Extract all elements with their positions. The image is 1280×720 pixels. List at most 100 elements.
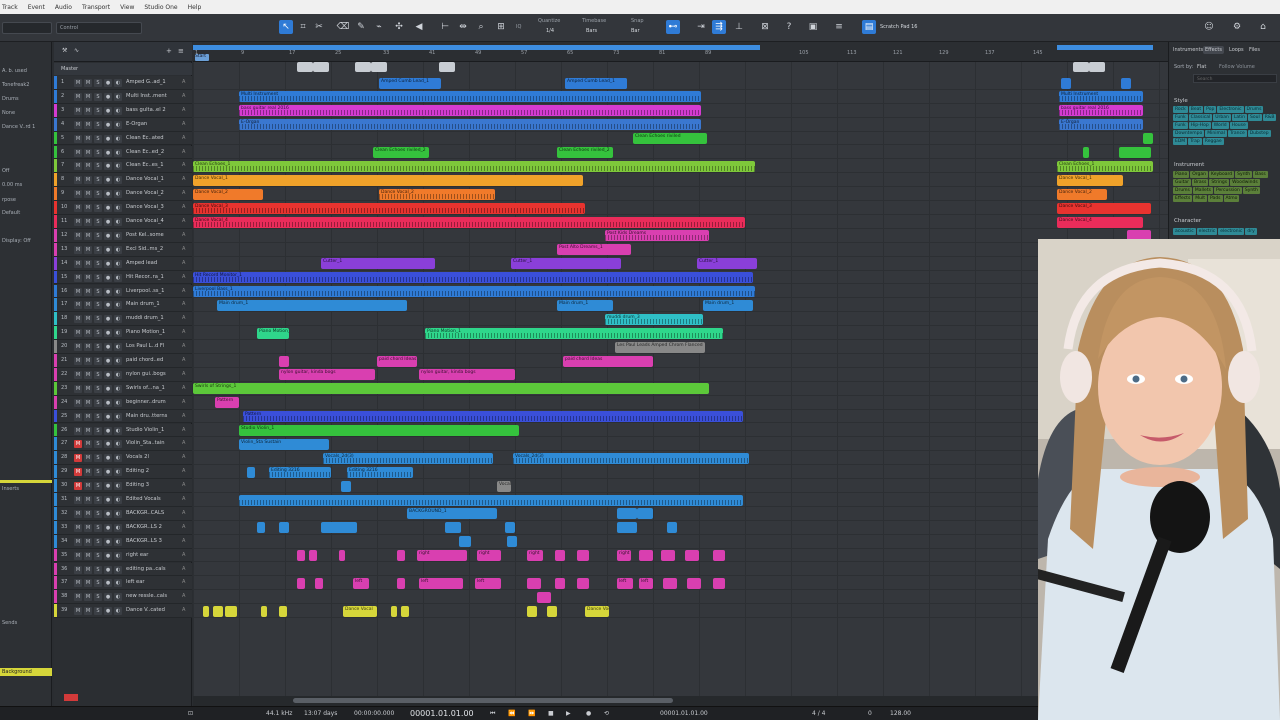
filter-tag[interactable]: World	[1211, 122, 1229, 129]
event-clip[interactable]	[639, 550, 653, 562]
automation-icon[interactable]: A	[182, 204, 185, 210]
monitor-button[interactable]: ●	[104, 315, 112, 324]
monitor-button[interactable]: ●	[104, 426, 112, 435]
instrument-icon[interactable]: ◐	[114, 148, 122, 157]
automation-icon[interactable]: A	[182, 482, 185, 488]
event-clip[interactable]	[445, 522, 461, 534]
event-clip[interactable]: Liverpool Bass_1	[193, 286, 755, 297]
track-row[interactable]: 31 M M S ● ◐ Edited Vocals A	[54, 493, 192, 507]
record-arm-button[interactable]: M	[74, 357, 82, 365]
event-clip[interactable]	[537, 591, 551, 603]
automation-icon[interactable]: A	[182, 315, 185, 321]
track-lane[interactable]	[193, 437, 1168, 452]
monitor-button[interactable]: ●	[104, 79, 112, 87]
event-clip[interactable]	[555, 577, 565, 589]
track-menu-icon[interactable]: ≡	[178, 47, 184, 55]
event-clip[interactable]	[225, 605, 237, 617]
instrument-icon[interactable]: ◐	[114, 134, 122, 143]
mute-button[interactable]: M	[84, 204, 92, 213]
track-name[interactable]: Dance Vocal_3	[126, 204, 180, 210]
monitor-button[interactable]: ●	[104, 440, 112, 449]
solo-button[interactable]: S	[94, 384, 102, 393]
monitor-button[interactable]: ●	[104, 454, 112, 463]
track-name[interactable]: Dance V..cated	[126, 607, 180, 613]
event-clip[interactable]: Swirls of Strings_1	[193, 383, 709, 395]
record-arm-button[interactable]: M	[74, 384, 82, 393]
event-clip[interactable]	[397, 550, 405, 562]
automation-icon[interactable]: A	[182, 93, 185, 99]
filter-tag[interactable]: Reggae	[1202, 138, 1224, 145]
record-arm-button[interactable]: M	[74, 92, 82, 101]
solo-button[interactable]: S	[94, 190, 102, 199]
solo-button[interactable]: S	[94, 120, 102, 129]
scratch-pad-icon[interactable]: ▤	[862, 20, 876, 34]
event-clip[interactable]	[1143, 133, 1153, 145]
automation-icon[interactable]: A	[182, 107, 185, 113]
snap-value[interactable]: Bar	[631, 28, 640, 34]
help-icon[interactable]: ?	[782, 20, 796, 34]
automation-icon[interactable]: A	[182, 496, 185, 502]
record-arm-button[interactable]: M	[74, 329, 82, 338]
event-clip[interactable]: Dance Vocal_1	[1057, 174, 1123, 186]
event-clip[interactable]: Dance Vocal_1	[193, 174, 583, 186]
filter-tag[interactable]: Hip-Hop	[1188, 122, 1211, 129]
event-clip[interactable]: Hit Record Monitor_1	[193, 272, 753, 284]
timeline-ruler[interactable]: Start 1 9 17 25 33 41 49 57 65 73 81 89 105 113 121 129…	[193, 42, 1168, 62]
arranger-marker[interactable]	[371, 62, 387, 72]
track-lane[interactable]	[193, 146, 1168, 160]
automation-icon[interactable]: A	[182, 301, 185, 307]
tab-instruments[interactable]: Instruments	[1171, 46, 1205, 54]
automation-icon[interactable]: A	[182, 149, 185, 155]
solo-button[interactable]: S	[94, 231, 102, 240]
track-lane[interactable]	[193, 576, 1168, 591]
event-clip[interactable]: left	[419, 577, 463, 589]
record-arm-button[interactable]: M	[74, 273, 82, 282]
monitor-button[interactable]: ●	[104, 593, 112, 602]
automation-icon[interactable]: A	[182, 79, 185, 85]
event-clip[interactable]: Piano Motion_1	[257, 327, 289, 339]
tempo-display[interactable]: 128.00	[890, 710, 911, 717]
mute-button[interactable]: M	[84, 301, 92, 310]
mute-button[interactable]: M	[84, 106, 92, 115]
mute-button[interactable]: M	[84, 273, 92, 282]
forward-icon[interactable]: ⏩	[528, 710, 535, 717]
inspector-sends[interactable]: Sends	[2, 620, 17, 626]
record-arm-button[interactable]: M	[74, 579, 82, 588]
monitor-button[interactable]: ●	[104, 607, 112, 616]
quantize-value[interactable]: 1/4	[546, 28, 554, 34]
track-lane[interactable]	[193, 187, 1168, 202]
event-clip[interactable]: Dance Vocal_2	[379, 188, 495, 200]
automation-icon[interactable]: A	[182, 162, 185, 168]
event-clip[interactable]	[341, 480, 351, 492]
track-name[interactable]: bass gulta..el 2	[126, 107, 180, 113]
track-name[interactable]: BACKGR..LS 2	[126, 524, 180, 530]
event-clip[interactable]: right	[527, 550, 543, 562]
record-icon[interactable]: ●	[586, 710, 591, 717]
inspector-track-name[interactable]: A. b. used	[2, 68, 27, 74]
record-arm-button[interactable]: M	[74, 245, 82, 254]
timebase-value[interactable]: Bars	[586, 28, 597, 34]
mute-button[interactable]: M	[84, 454, 92, 463]
record-arm-button[interactable]: M	[74, 259, 82, 268]
monitor-button[interactable]: ●	[104, 370, 112, 379]
filter-tag[interactable]: Brass	[1191, 179, 1209, 186]
solo-button[interactable]: S	[94, 162, 102, 171]
filter-tag[interactable]: House	[1229, 122, 1248, 129]
track-name[interactable]: BACKGR..CALS	[126, 510, 180, 516]
bend-tool-icon[interactable]: ✣	[392, 20, 406, 34]
solo-button[interactable]: S	[94, 607, 102, 616]
tab-loops[interactable]: Loops	[1227, 46, 1246, 54]
solo-button[interactable]: S	[94, 440, 102, 449]
monitor-button[interactable]: ●	[104, 231, 112, 240]
automation-icon[interactable]: A	[182, 246, 185, 252]
track-row[interactable]: 28 M M S ● ◐ Vocals 2l A	[54, 451, 192, 466]
horizontal-scrollbar[interactable]	[193, 696, 1168, 706]
event-clip[interactable]: Main drum_1	[557, 299, 613, 311]
instrument-icon[interactable]: ◐	[114, 218, 122, 226]
instrument-icon[interactable]: ◐	[114, 287, 122, 296]
track-row[interactable]: 20 M M S ● ◐ Los Paul L..d Fl A	[54, 340, 192, 354]
instrument-icon[interactable]: ◐	[114, 273, 122, 282]
event-clip[interactable]: Main drum_1	[703, 299, 753, 311]
event-clip[interactable]: Post Kids Dreams	[605, 230, 709, 242]
filter-tag[interactable]: Piano	[1173, 171, 1190, 178]
